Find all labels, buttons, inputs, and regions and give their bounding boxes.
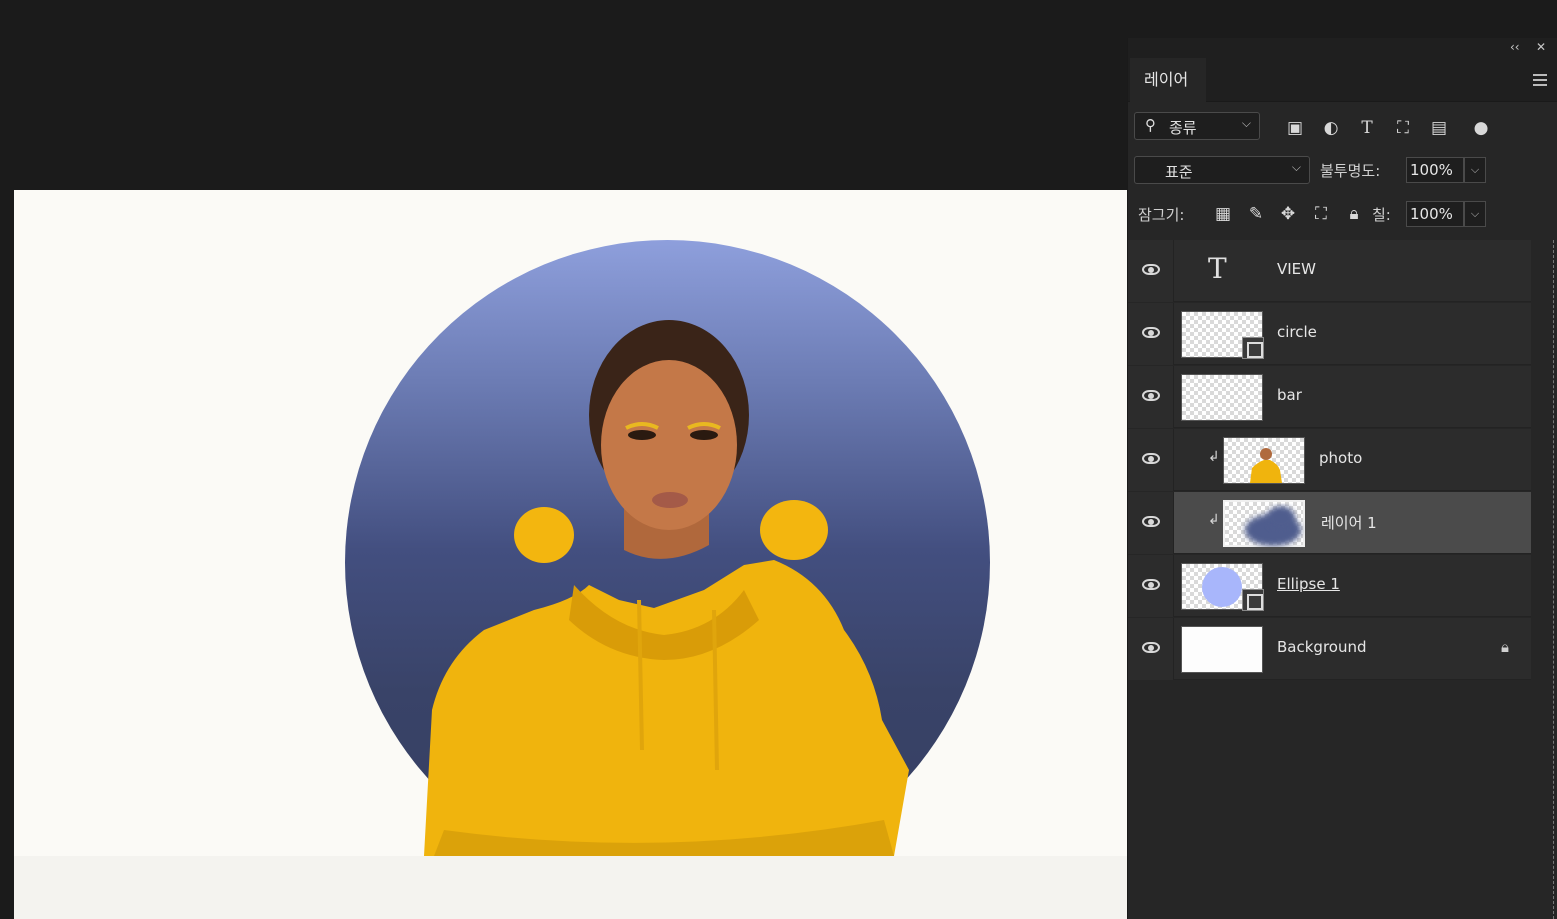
shape-layer-icon bbox=[1242, 589, 1264, 611]
blend-row: 표준 ⌵ 불투명도: 100% ⌵ bbox=[1128, 156, 1557, 188]
layer-kind-label: 종류 bbox=[1169, 119, 1197, 137]
layer-thumbnail[interactable] bbox=[1223, 437, 1305, 484]
layer-row-photo[interactable]: ↲ photo bbox=[1128, 429, 1531, 491]
fill-dropdown[interactable]: ⌵ bbox=[1464, 201, 1486, 227]
eye-icon[interactable] bbox=[1142, 579, 1160, 590]
close-panel-icon[interactable]: ✕ bbox=[1536, 40, 1546, 54]
chevron-down-icon: ⌵ bbox=[1291, 160, 1301, 174]
circle-artwork-clip bbox=[14, 190, 1127, 856]
visibility-column bbox=[1128, 303, 1174, 365]
lock-all-icon[interactable]: 🔒︎ bbox=[1343, 204, 1365, 224]
shape-filter-icon[interactable]: ⛶ bbox=[1392, 118, 1414, 140]
layer-name[interactable]: VIEW bbox=[1277, 260, 1316, 278]
clipping-mask-icon: ↲ bbox=[1208, 449, 1220, 465]
filter-row: ⚲ 종류 ⌵ ▣ ◐ T ⛶ ▤ ● bbox=[1128, 112, 1557, 144]
layer-thumbnail[interactable] bbox=[1181, 311, 1264, 359]
text-layer-icon: T bbox=[1208, 252, 1227, 285]
layer-name[interactable]: photo bbox=[1319, 449, 1362, 467]
lock-transparent-icon[interactable]: ▦ bbox=[1212, 204, 1234, 224]
ellipse-thumbnail-shape bbox=[1202, 567, 1242, 607]
layer-row-layer-1[interactable]: ↲ 레이어 1 bbox=[1128, 492, 1531, 554]
search-icon: ⚲ bbox=[1145, 116, 1156, 134]
chevron-down-icon: ⌵ bbox=[1241, 116, 1251, 130]
layer-thumbnail[interactable] bbox=[1181, 374, 1263, 421]
collapse-panel-icon[interactable]: ‹‹ bbox=[1510, 40, 1520, 54]
blend-mode-value: 표준 bbox=[1165, 163, 1193, 181]
shape-layer-icon bbox=[1242, 337, 1264, 359]
eye-icon[interactable] bbox=[1142, 453, 1160, 464]
smart-object-filter-icon[interactable]: ▤ bbox=[1428, 118, 1450, 140]
lock-row: 잠그기: ▦ ✎ ✥ ⛶ 🔒︎ 칠: 100% ⌵ bbox=[1128, 200, 1557, 228]
layer-name[interactable]: circle bbox=[1277, 323, 1317, 341]
type-filter-icon[interactable]: T bbox=[1356, 118, 1378, 140]
portrait-photo[interactable] bbox=[14, 190, 1127, 856]
image-filter-icon[interactable]: ▣ bbox=[1284, 118, 1306, 140]
eye-icon[interactable] bbox=[1142, 516, 1160, 527]
layer-name[interactable]: 레이어 1 bbox=[1321, 512, 1377, 533]
layer-row-bar[interactable]: bar bbox=[1128, 366, 1531, 428]
lock-icon[interactable]: 🔒︎ bbox=[1501, 638, 1509, 656]
visibility-column bbox=[1128, 429, 1174, 491]
blend-mode-select[interactable]: 표준 ⌵ bbox=[1134, 156, 1310, 184]
tab-layers[interactable]: 레이어 bbox=[1130, 58, 1206, 102]
lock-position-icon[interactable]: ✥ bbox=[1277, 204, 1299, 224]
layer-row-circle[interactable]: circle bbox=[1128, 303, 1531, 365]
layer-row-background[interactable]: Background 🔒︎ bbox=[1128, 618, 1531, 680]
opacity-label: 불투명도: bbox=[1320, 162, 1381, 180]
scrollbar-thumb[interactable] bbox=[1553, 240, 1555, 919]
panel-tab-row: 레이어 bbox=[1128, 58, 1557, 102]
eye-icon[interactable] bbox=[1142, 390, 1160, 401]
opacity-input[interactable]: 100% bbox=[1406, 157, 1464, 183]
fill-input[interactable]: 100% bbox=[1406, 201, 1464, 227]
lock-artboard-icon[interactable]: ⛶ bbox=[1310, 204, 1332, 224]
eye-icon[interactable] bbox=[1142, 642, 1160, 653]
layer-thumbnail[interactable] bbox=[1181, 563, 1264, 611]
visibility-column bbox=[1128, 240, 1174, 302]
clipping-mask-icon: ↲ bbox=[1208, 512, 1220, 528]
layer-row-view[interactable]: T VIEW bbox=[1128, 240, 1531, 302]
layer-thumbnail[interactable] bbox=[1181, 626, 1263, 673]
lock-label: 잠그기: bbox=[1138, 206, 1185, 224]
layer-kind-filter[interactable]: ⚲ 종류 ⌵ bbox=[1134, 112, 1260, 140]
visibility-column bbox=[1128, 492, 1174, 554]
visibility-column bbox=[1128, 555, 1174, 617]
opacity-dropdown[interactable]: ⌵ bbox=[1464, 157, 1486, 183]
panel-menu-icon[interactable] bbox=[1533, 74, 1547, 86]
visibility-column bbox=[1128, 618, 1174, 680]
eye-icon[interactable] bbox=[1142, 264, 1160, 275]
adjustment-filter-icon[interactable]: ◐ bbox=[1320, 118, 1342, 140]
fill-label: 칠: bbox=[1372, 206, 1391, 224]
blur-thumbnail-image bbox=[1245, 506, 1301, 546]
visibility-column bbox=[1128, 366, 1174, 428]
layer-name[interactable]: bar bbox=[1277, 386, 1302, 404]
layer-name[interactable]: Background bbox=[1277, 638, 1367, 656]
filter-toggle-icon[interactable]: ● bbox=[1470, 118, 1492, 140]
layer-row-ellipse-1[interactable]: Ellipse 1 bbox=[1128, 555, 1531, 617]
layers-panel: ‹‹ ✕ 레이어 ⚲ 종류 ⌵ ▣ ◐ T ⛶ ▤ ● 표준 ⌵ 불투명도: 1… bbox=[1127, 38, 1557, 919]
eye-icon[interactable] bbox=[1142, 327, 1160, 338]
panel-titlebar: ‹‹ ✕ bbox=[1128, 38, 1557, 58]
layer-thumbnail[interactable] bbox=[1223, 500, 1305, 547]
canvas-bottom-band bbox=[14, 856, 1127, 919]
lock-image-brush-icon[interactable]: ✎ bbox=[1245, 204, 1267, 224]
layer-name[interactable]: Ellipse 1 bbox=[1277, 575, 1340, 593]
photo-thumbnail-image bbox=[1250, 448, 1282, 483]
